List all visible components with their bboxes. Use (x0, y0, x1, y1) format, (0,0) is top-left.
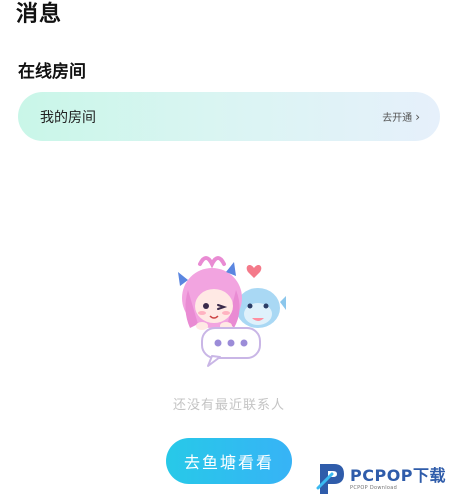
online-rooms-section-title: 在线房间 (18, 62, 86, 82)
watermark: PCPOP下载 PCPOP Download (316, 458, 458, 500)
empty-state-message: 还没有最近联系人 (172, 398, 285, 413)
go-fish-pond-button[interactable]: 去鱼塘看看 (166, 438, 292, 484)
watermark-sub-text: PCPOP Download (350, 484, 398, 491)
my-room-label: 我的房间 (40, 109, 96, 126)
chevron-right-icon: › (415, 109, 420, 124)
watermark-main-text: PCPOP下载 (350, 465, 447, 485)
pcpop-logo-icon (316, 464, 344, 494)
open-room-label: 去开通 (382, 113, 413, 124)
my-room-card[interactable]: 我的房间 去开通 › (18, 92, 440, 141)
page-title: 消息 (16, 2, 63, 27)
heart-icon (246, 265, 262, 278)
open-room-link[interactable]: 去开通 › (382, 109, 420, 125)
empty-state-illustration (178, 256, 286, 367)
